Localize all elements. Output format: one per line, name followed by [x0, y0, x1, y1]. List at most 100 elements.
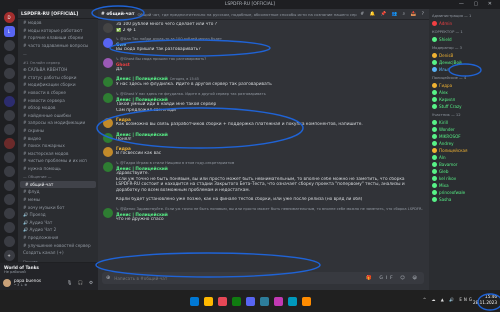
avatar[interactable]	[103, 38, 113, 49]
server-icon[interactable]	[3, 166, 15, 177]
add-attachment-icon[interactable]: ⊕	[106, 275, 110, 281]
avatar[interactable]	[103, 77, 113, 88]
channel-topic[interactable]: Общий чат, где предпочтительно на русско…	[137, 12, 357, 17]
channel-item[interactable]: # предложения	[18, 234, 98, 242]
server-icon[interactable]	[3, 96, 15, 107]
member-item[interactable]: Stuff Crazy	[432, 103, 497, 110]
member-item[interactable]: Bavamor	[432, 161, 497, 168]
reply-preview[interactable]: ↳ @Алл Так найди дурак-то за 100 рублей …	[116, 37, 423, 41]
avatar[interactable]	[103, 161, 113, 172]
channel-item[interactable]: # запросы на модификации	[18, 119, 98, 127]
channel-item[interactable]: # обзор модов	[18, 104, 98, 112]
server-icon[interactable]	[3, 138, 15, 149]
channel-item[interactable]: 🔊 Аудио Чат 2	[18, 226, 98, 234]
activity-panel[interactable]: World of Tanks Не рабочий	[0, 262, 98, 276]
reply-preview[interactable]: ↳ @Ghost У нас здесь не флудилка. Идите …	[116, 92, 423, 96]
channel-item[interactable]: # улучшение новостей сервер	[18, 241, 98, 249]
window-controls[interactable]: — ▢ ✕	[459, 1, 496, 7]
server-icon[interactable]	[3, 40, 15, 51]
server-icon[interactable]	[3, 236, 15, 247]
member-item[interactable]: Kirill	[432, 119, 497, 126]
member-item[interactable]: princeofwale	[432, 189, 497, 196]
member-item[interactable]: Andrey	[432, 140, 497, 147]
server-icon[interactable]	[3, 194, 15, 205]
member-item[interactable]: Admin	[432, 20, 497, 27]
avatar[interactable]	[103, 207, 113, 218]
header-toolbar-icons[interactable]: # 🔔 📌 👥 ⌕ 📥 ?	[360, 11, 426, 17]
server-icon[interactable]	[3, 54, 15, 65]
member-item[interactable]: kel rikov	[432, 175, 497, 182]
member-item[interactable]: Кирилл	[432, 96, 497, 103]
server-icon[interactable]: L	[3, 26, 15, 37]
avatar[interactable]	[103, 132, 113, 143]
channel-item[interactable]: # модификации сборки	[18, 81, 98, 89]
avatar[interactable]	[3, 279, 11, 287]
reply-preview[interactable]: ↳ @Гидра Играю в стили Нищими в этом год…	[116, 161, 423, 165]
member-item[interactable]: Денис|Вой	[432, 59, 497, 66]
server-icon[interactable]: +	[3, 250, 15, 261]
user-controls[interactable]: 🎙 🎧 ⚙	[67, 281, 95, 286]
taskbar-app-icon[interactable]	[203, 296, 213, 306]
server-icon[interactable]	[3, 222, 15, 233]
server-icon[interactable]	[3, 68, 15, 79]
taskbar-app-icon[interactable]	[217, 296, 227, 306]
channel-item[interactable]: # мастерская модов	[18, 150, 98, 158]
reply-preview[interactable]: ↳ @Денис Здравствуйте. Если уж точно не …	[116, 207, 423, 211]
server-icon[interactable]: D	[3, 12, 15, 23]
avatar[interactable]	[103, 92, 113, 103]
member-item[interactable]: Aln	[432, 154, 497, 161]
channel-item[interactable]: # хочу музыки бот	[18, 203, 98, 211]
taskbar-app-icon[interactable]	[189, 296, 199, 306]
avatar[interactable]	[103, 23, 113, 33]
member-item[interactable]: MIKROSOF	[432, 133, 497, 140]
channel-item[interactable]: # мемы	[18, 196, 98, 204]
channel-item[interactable]: # статус работы сборки	[18, 74, 98, 82]
channel-item[interactable]: 🔊 Аудио Чат	[18, 219, 98, 227]
member-item[interactable]: Gleb	[432, 168, 497, 175]
server-icon[interactable]	[3, 152, 15, 163]
taskbar-app-icon[interactable]	[273, 296, 283, 306]
channel-item[interactable]: # видео	[18, 134, 98, 142]
server-icon[interactable]	[3, 82, 15, 93]
message-author[interactable]: Денис | Полицейский	[116, 76, 168, 81]
channel-item[interactable]: # найденные ошибки	[18, 112, 98, 120]
taskbar-app-icon[interactable]	[301, 296, 311, 306]
channel-item[interactable]: # новости сервера	[18, 96, 98, 104]
member-item[interactable]: Илья	[432, 66, 497, 73]
channel-item[interactable]: # чистые проблемы и их исп	[18, 157, 98, 165]
server-name-header[interactable]: LSPDFR-RU [OFFICIAL]	[18, 9, 98, 19]
member-item[interactable]: Гидра	[432, 82, 497, 89]
channel-item[interactable]: # модов	[18, 19, 98, 27]
channel-item[interactable]: # горячие клавиши сборки	[18, 34, 98, 42]
channel-item[interactable]: # общий-чат	[20, 180, 96, 189]
avatar[interactable]	[103, 118, 113, 129]
channel-item[interactable]: # поиск пожарных	[18, 142, 98, 150]
member-item[interactable]: Mixa	[432, 182, 497, 189]
channel-item[interactable]: ⊕ САЛЬВА КВЕНТОН	[18, 66, 98, 74]
taskbar-app-icon[interactable]	[259, 296, 269, 306]
channel-item[interactable]: # скрины	[18, 127, 98, 135]
channel-item[interactable]: # новости в сборке	[18, 89, 98, 97]
channel-item[interactable]: # нужна помощь	[18, 165, 98, 173]
system-tray[interactable]: ^ ☁ ▲ 🔊 ENG	[423, 297, 474, 302]
member-item[interactable]: Alex	[432, 89, 497, 96]
channel-item[interactable]: # часто задаваемые вопросы	[18, 42, 98, 50]
channel-item[interactable]: # флуд	[18, 188, 98, 196]
member-item[interactable]: Shield	[432, 36, 497, 43]
server-icon[interactable]	[3, 110, 15, 121]
member-item[interactable]: DenisB	[432, 52, 497, 59]
composer-tool-icons[interactable]: 🎁 GIF ☺ 😀	[366, 276, 420, 281]
server-icon[interactable]	[3, 208, 15, 219]
taskbar-app-icon[interactable]	[231, 296, 241, 306]
member-item[interactable]: Sasha	[432, 196, 497, 203]
message-input[interactable]	[114, 275, 367, 281]
avatar[interactable]	[103, 147, 113, 158]
channel-item[interactable]: 🔊 Проезд	[18, 211, 98, 219]
server-icon[interactable]	[3, 180, 15, 191]
server-icon[interactable]	[3, 124, 15, 135]
member-item[interactable]: Полицейская	[432, 147, 497, 154]
avatar[interactable]	[103, 57, 113, 68]
taskbar-app-icon[interactable]	[245, 296, 255, 306]
channel-item[interactable]: # моды которые работают	[18, 27, 98, 35]
taskbar-app-icon[interactable]	[287, 296, 297, 306]
